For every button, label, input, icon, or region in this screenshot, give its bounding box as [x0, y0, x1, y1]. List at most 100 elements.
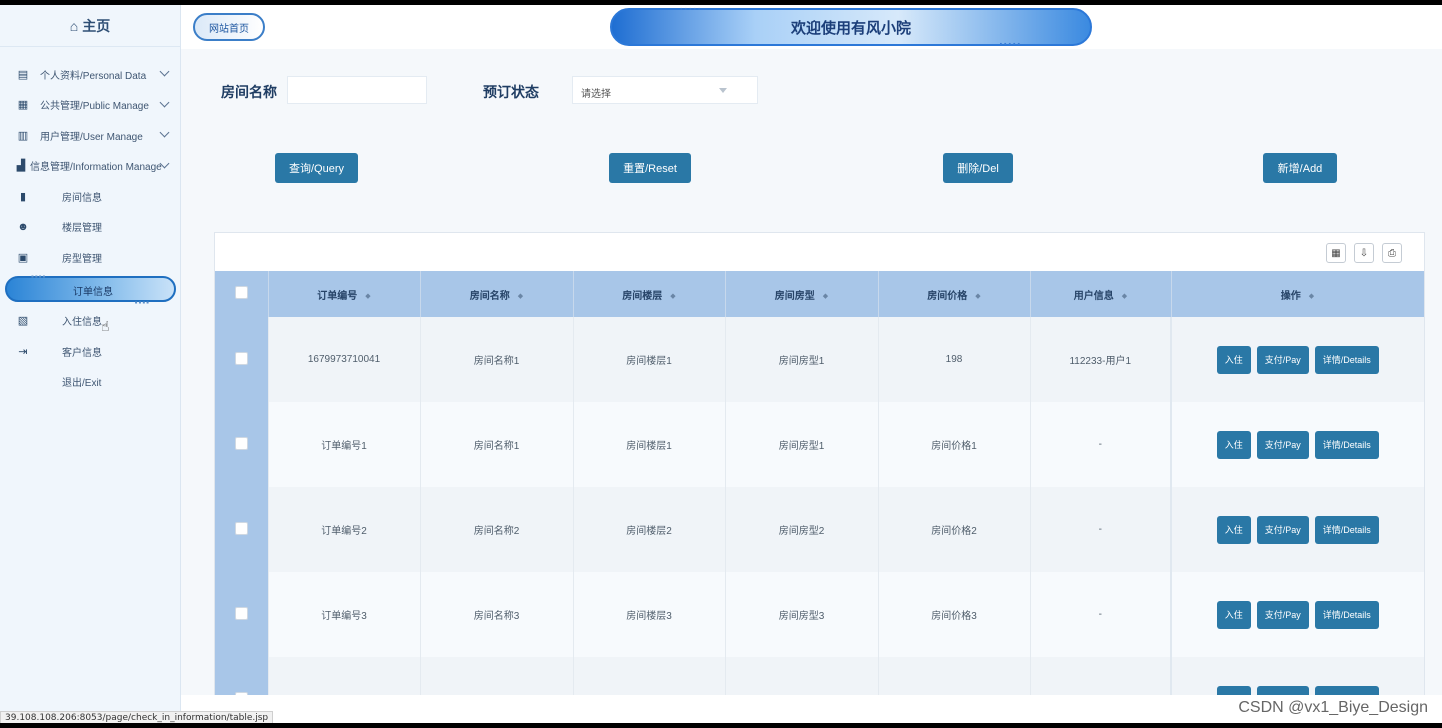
column-header-label: 房间价格	[927, 290, 968, 302]
table-cell: 房间名称1	[420, 317, 574, 402]
details-button[interactable]: 详情/Details	[1314, 515, 1379, 544]
caret-down-icon	[719, 88, 727, 93]
row-select-cell	[215, 487, 269, 572]
sidebar-home[interactable]: ⌂ 主页	[0, 5, 180, 47]
table-row: 1679973710041 房间名称1 房间楼层1 房间房型1 198 112233-用户…	[215, 317, 1424, 402]
sidebar-item-personal-data[interactable]: ▤ 个人资料/Personal Data	[0, 59, 180, 90]
sort-icon[interactable]: ◆	[365, 292, 370, 300]
sort-icon[interactable]: ◆	[1122, 292, 1127, 300]
pay-button[interactable]: 支付/Pay	[1256, 600, 1309, 629]
table-cell: 房间价格1	[878, 402, 1031, 487]
sidebar: ⌂ 主页 ▤ 个人资料/Personal Data ▦ 公共管理/Public …	[0, 5, 181, 723]
table-cell: 房间楼层1	[573, 317, 726, 402]
details-button[interactable]: 详情/Details	[1314, 430, 1379, 459]
column-header-label: 操作	[1280, 290, 1301, 302]
row-checkbox[interactable]	[234, 351, 248, 365]
app-screen: ⌂ 主页 ▤ 个人资料/Personal Data ▦ 公共管理/Public …	[0, 5, 1442, 723]
column-header[interactable]: 操作 ◆	[1171, 271, 1424, 317]
table-cell: 房间房型3	[725, 572, 879, 657]
chevron-down-icon	[159, 66, 170, 77]
active-indicator: ▪▪▪▪ 订单信息 ▪▪▪▪	[5, 272, 176, 307]
watermark: CSDN @vx1_Biye_Design	[1238, 699, 1428, 716]
column-header[interactable]: 房间价格 ◆	[878, 271, 1031, 317]
site-home-button[interactable]: 网站首页	[193, 13, 265, 41]
table-cell: -	[1030, 572, 1172, 657]
reset-button[interactable]: 重置/Reset	[609, 153, 691, 183]
main-content: 房间名称 预订状态 请选择 查询/Query 重置/Reset 删除/Del 新…	[181, 49, 1442, 702]
table-cell: 房间房型2	[725, 487, 879, 572]
columns-icon[interactable]: ▦	[1326, 243, 1346, 263]
sidebar-item-customer-info[interactable]: ⇥ 客户信息	[0, 336, 180, 367]
header: 网站首页 ▪▪▪▪▪ 欢迎使用有风小院 ▪▪▪▪▪	[181, 5, 1442, 49]
decor-dots: ▪▪▪▪	[31, 271, 47, 281]
sidebar-item-room-info[interactable]: ▮ 房间信息	[0, 181, 180, 212]
id-card-icon: ▤	[17, 68, 29, 81]
bookmark-icon: ▮	[19, 190, 27, 203]
details-button[interactable]: 详情/Details	[1314, 600, 1379, 629]
column-header-label: 用户信息	[1073, 290, 1114, 302]
select-all-checkbox[interactable]	[234, 286, 248, 299]
details-button[interactable]: 详情/Details	[1314, 345, 1379, 374]
table-cell: -	[1030, 487, 1172, 572]
query-button[interactable]: 查询/Query	[275, 153, 358, 183]
column-header[interactable]: 房间楼层 ◆	[573, 271, 726, 317]
row-actions-cell: 入住支付/Pay详情/Details	[1170, 402, 1424, 487]
sidebar-item-checkin-info[interactable]: ▧ 入住信息	[0, 306, 180, 337]
table-panel: ▦ ⇩ ⎙ 订单编号 ◆ 房间名称 ◆ 房间楼层 ◆ 房间房型 ◆ 房间价格 ◆	[214, 232, 1425, 702]
sidebar-item-user-manage[interactable]: ▥ 用户管理/User Manage	[0, 120, 180, 151]
decor-dots: ▪▪▪▪▪	[680, 6, 703, 13]
add-button[interactable]: 新增/Add	[1263, 153, 1337, 183]
table-row: 订单编号1 房间名称1 房间楼层1 房间房型1 房间价格1- 入住 支付/Pay 详情/Det…	[215, 402, 1424, 487]
table-cell: 房间名称2	[420, 487, 574, 572]
print-icon[interactable]: ⎙	[1382, 243, 1402, 263]
sidebar-item-order-info[interactable]: ▪▪▪▪ 订单信息 ▪▪▪▪	[0, 272, 180, 307]
sort-icon[interactable]: ◆	[1309, 292, 1314, 300]
sort-icon[interactable]: ◆	[518, 292, 523, 300]
room-name-input[interactable]	[287, 76, 427, 104]
welcome-banner: ▪▪▪▪▪ 欢迎使用有风小院 ▪▪▪▪▪	[610, 6, 1092, 48]
booking-status-select[interactable]: 请选择	[572, 76, 758, 104]
sort-icon[interactable]: ◆	[823, 292, 828, 300]
row-actions-cell: 入住支付/Pay详情/Details	[1170, 572, 1424, 657]
sidebar-item-label: 个人资料/Personal Data	[40, 70, 147, 82]
sidebar-item-label: 公共管理/Public Manage	[40, 101, 149, 113]
pay-button[interactable]: 支付/Pay	[1256, 430, 1309, 459]
checkin-button[interactable]: 入住	[1216, 345, 1251, 374]
row-checkbox[interactable]	[234, 436, 248, 450]
column-header[interactable]: 订单编号 ◆	[268, 271, 421, 317]
pay-button[interactable]: 支付/Pay	[1256, 345, 1309, 374]
delete-button[interactable]: 删除/Del	[943, 153, 1013, 183]
hand-cursor-icon: ☝	[101, 318, 110, 334]
row-select-cell	[215, 402, 269, 487]
checkin-button[interactable]: 入住	[1216, 515, 1251, 544]
checkin-button[interactable]: 入住	[1216, 600, 1251, 629]
sidebar-item-public-manage[interactable]: ▦ 公共管理/Public Manage	[0, 90, 180, 121]
table-cell: 房间价格3	[878, 572, 1031, 657]
column-header[interactable]: 房间房型 ◆	[725, 271, 879, 317]
sidebar-item-label: 退出/Exit	[62, 378, 102, 390]
sort-icon[interactable]: ◆	[975, 292, 980, 300]
column-header-label: 房间房型	[774, 290, 815, 302]
table-cell: 房间房型1	[725, 402, 879, 487]
column-header-label: 房间楼层	[622, 290, 663, 302]
row-checkbox[interactable]	[234, 606, 248, 620]
sidebar-item-label: 客户信息	[62, 347, 102, 359]
sidebar-item-information-manage[interactable]: ▟ 信息管理/Information Manage	[0, 151, 180, 182]
export-icon[interactable]: ⇩	[1354, 243, 1374, 263]
sidebar-item-exit[interactable]: 退出/Exit	[0, 367, 180, 398]
sidebar-item-floor-manage[interactable]: ☻ 楼层管理	[0, 212, 180, 243]
column-header[interactable]: 房间名称 ◆	[420, 271, 574, 317]
users-chart-icon: ▥	[17, 129, 29, 142]
pay-button[interactable]: 支付/Pay	[1256, 515, 1309, 544]
table-cell: 订单编号1	[268, 402, 421, 487]
blank-icon	[16, 375, 30, 389]
sidebar-item-room-type-manage[interactable]: ▣ 房型管理	[0, 242, 180, 273]
status-url: 39.108.108.206:8053/page/check_in_inform…	[0, 711, 274, 723]
sort-icon[interactable]: ◆	[670, 292, 675, 300]
checkin-button[interactable]: 入住	[1216, 430, 1251, 459]
calendar-icon: ▣	[17, 251, 29, 264]
sidebar-item-label: 楼层管理	[62, 223, 102, 235]
row-checkbox[interactable]	[234, 521, 248, 535]
book-icon: ▧	[17, 315, 29, 328]
column-header[interactable]: 用户信息 ◆	[1030, 271, 1172, 317]
